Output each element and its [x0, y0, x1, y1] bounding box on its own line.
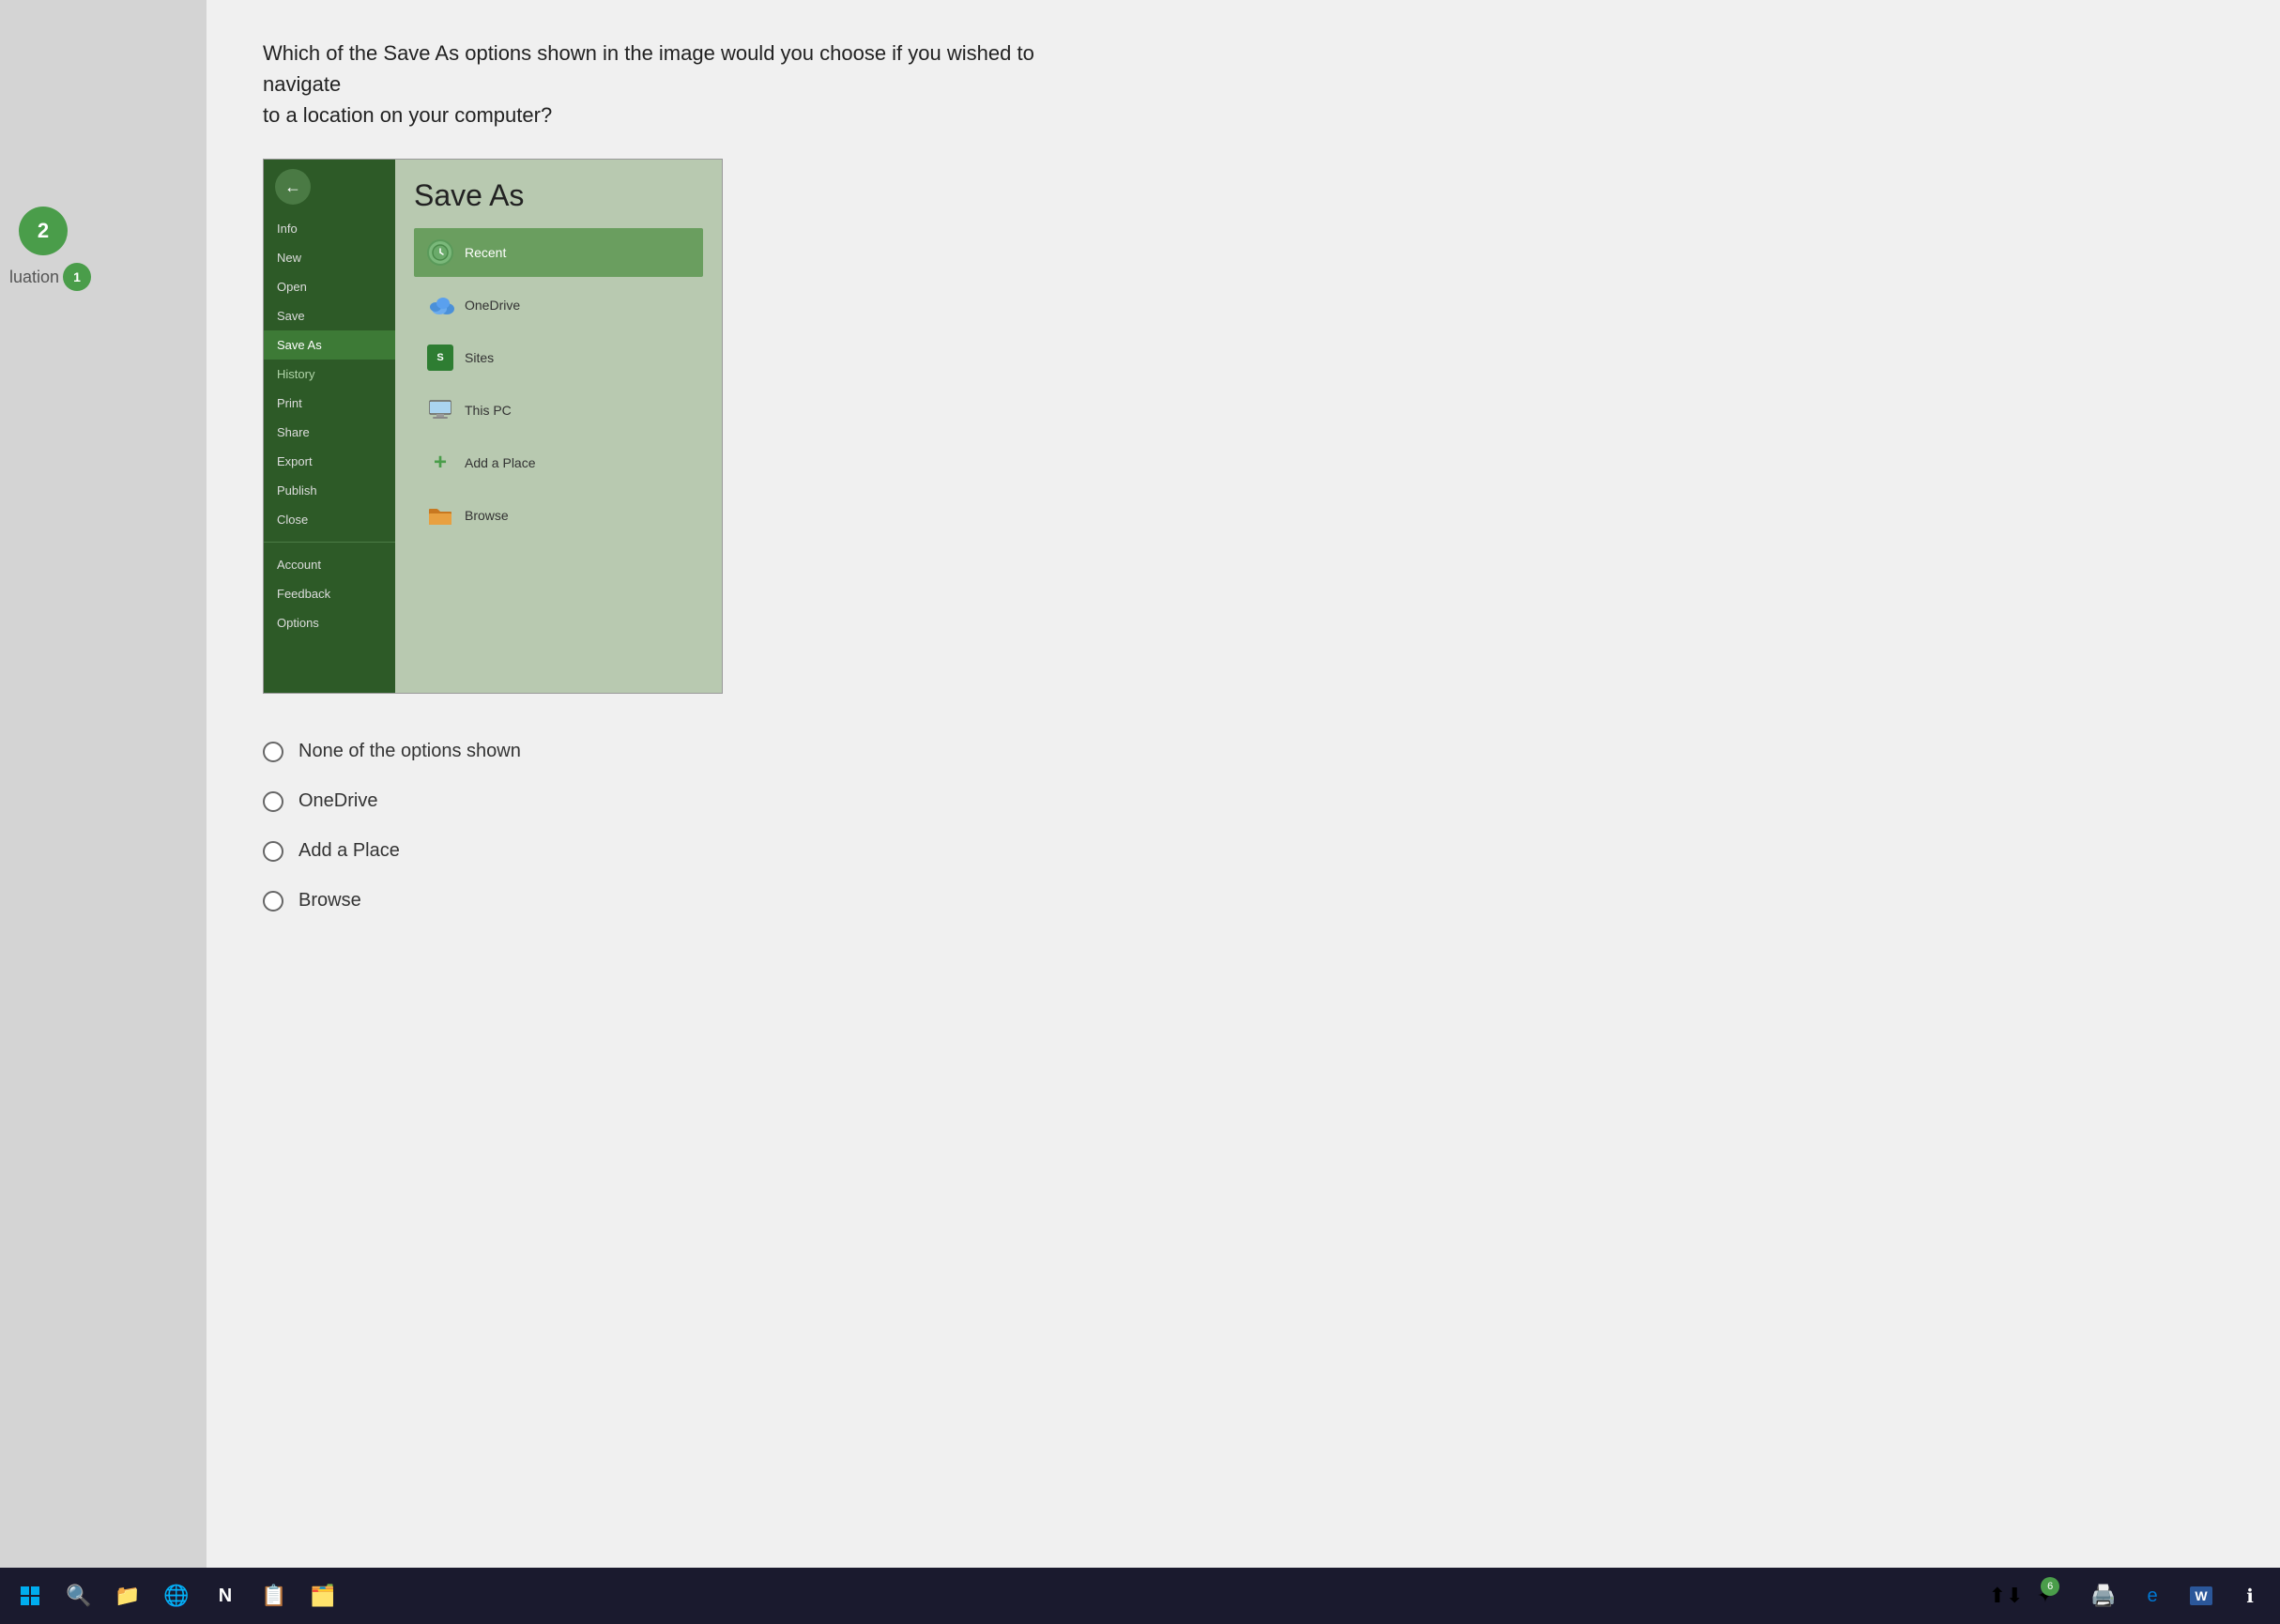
option-recent[interactable]: Recent	[414, 228, 703, 277]
answer-option-browse[interactable]: Browse	[263, 890, 2224, 912]
taskbar-files[interactable]: 📁	[107, 1575, 148, 1616]
answer-label-onedrive: OneDrive	[298, 790, 377, 812]
option-add-a-place[interactable]: + Add a Place	[414, 438, 703, 487]
office-right-content: Save As Recent	[395, 160, 722, 693]
office-left-menu: ← Info New Open Save Save As History Pri…	[264, 160, 395, 693]
print-icon: 🖨️	[2090, 1584, 2116, 1608]
taskbar: 🔍 📁 🌐 N 📋 🗂️ ⬆⬇ ✦ 6 🖨️ e W ℹ	[0, 1568, 2280, 1624]
taskbar-edge[interactable]: e	[2132, 1575, 2173, 1616]
menu-item-publish[interactable]: Publish	[264, 476, 395, 505]
left-sidebar: 2 luation 1	[0, 0, 207, 1624]
option-sites[interactable]: S Sites	[414, 333, 703, 382]
taskbar-tasks[interactable]: 📋	[253, 1575, 295, 1616]
edge-icon: e	[2147, 1586, 2157, 1607]
pc-icon	[425, 395, 455, 425]
question-text: Which of the Save As options shown in th…	[263, 38, 1108, 130]
taskbar-store[interactable]: 🗂️	[302, 1575, 344, 1616]
clock-icon	[425, 237, 455, 268]
menu-item-new[interactable]: New	[264, 243, 395, 272]
answer-option-onedrive[interactable]: OneDrive	[263, 790, 2224, 812]
option-this-pc[interactable]: This PC	[414, 386, 703, 435]
answer-options: None of the options shown OneDrive Add a…	[263, 741, 2224, 912]
answer-label-browse: Browse	[298, 890, 361, 912]
store-icon: 🗂️	[310, 1584, 335, 1608]
taskbar-word[interactable]: W	[2181, 1575, 2222, 1616]
menu-item-save[interactable]: Save	[264, 301, 395, 330]
menu-item-print[interactable]: Print	[264, 389, 395, 418]
main-content: Which of the Save As options shown in th…	[207, 0, 2280, 1624]
option-onedrive[interactable]: OneDrive	[414, 281, 703, 329]
answer-label-none: None of the options shown	[298, 741, 521, 762]
windows-icon	[20, 1586, 40, 1606]
word-icon: W	[2190, 1586, 2211, 1605]
search-icon: 🔍	[66, 1584, 91, 1608]
menu-divider	[264, 542, 395, 543]
taskbar-start[interactable]	[9, 1575, 51, 1616]
back-button[interactable]: ←	[275, 169, 311, 205]
add-icon: +	[425, 448, 455, 478]
radio-browse[interactable]	[263, 891, 283, 912]
radio-onedrive[interactable]	[263, 791, 283, 812]
menu-item-info[interactable]: Info	[264, 214, 395, 243]
taskbar-n[interactable]: N	[205, 1575, 246, 1616]
menu-item-feedback[interactable]: Feedback	[264, 579, 395, 608]
question-number-badge: 2	[19, 207, 68, 255]
taskbar-dropbox[interactable]: ✦ 6	[2034, 1575, 2075, 1616]
answer-option-add-a-place[interactable]: Add a Place	[263, 840, 2224, 862]
menu-item-export[interactable]: Export	[264, 447, 395, 476]
files-icon: 📁	[115, 1584, 140, 1608]
info-icon: ℹ	[2246, 1585, 2254, 1608]
menu-item-close[interactable]: Close	[264, 505, 395, 534]
menu-item-options[interactable]: Options	[264, 608, 395, 637]
taskbar-search[interactable]: 🔍	[58, 1575, 99, 1616]
taskbar-browser[interactable]: 🌐	[156, 1575, 197, 1616]
menu-item-save-as[interactable]: Save As	[264, 330, 395, 360]
evaluation-circle: 1	[63, 263, 91, 291]
taskbar-network[interactable]: ⬆⬇	[1985, 1575, 2027, 1616]
menu-item-history[interactable]: History	[264, 360, 395, 389]
evaluation-badge: luation 1	[9, 263, 91, 291]
browser-icon: 🌐	[163, 1584, 189, 1608]
menu-item-open[interactable]: Open	[264, 272, 395, 301]
office-dialog: ← Info New Open Save Save As History Pri…	[263, 159, 723, 694]
radio-none[interactable]	[263, 742, 283, 762]
network-icon: ⬆⬇	[1989, 1584, 2024, 1608]
folder-icon	[425, 500, 455, 530]
question-number-text: 2	[38, 219, 49, 243]
save-as-title: Save As	[414, 178, 703, 213]
menu-item-account[interactable]: Account	[264, 550, 395, 579]
n-icon: N	[219, 1586, 232, 1607]
taskbar-print[interactable]: 🖨️	[2083, 1575, 2124, 1616]
answer-label-add-a-place: Add a Place	[298, 840, 400, 862]
taskbar-right: ⬆⬇ ✦ 6 🖨️ e W ℹ	[1985, 1575, 2271, 1616]
onedrive-icon	[425, 290, 455, 320]
tasks-icon: 📋	[261, 1584, 286, 1608]
answer-option-none[interactable]: None of the options shown	[263, 741, 2224, 762]
menu-item-share[interactable]: Share	[264, 418, 395, 447]
taskbar-info[interactable]: ℹ	[2229, 1575, 2271, 1616]
battery-badge: 6	[2041, 1577, 2059, 1596]
option-browse[interactable]: Browse	[414, 491, 703, 540]
evaluation-label: luation	[9, 268, 59, 287]
sites-icon: S	[425, 343, 455, 373]
radio-add-a-place[interactable]	[263, 841, 283, 862]
